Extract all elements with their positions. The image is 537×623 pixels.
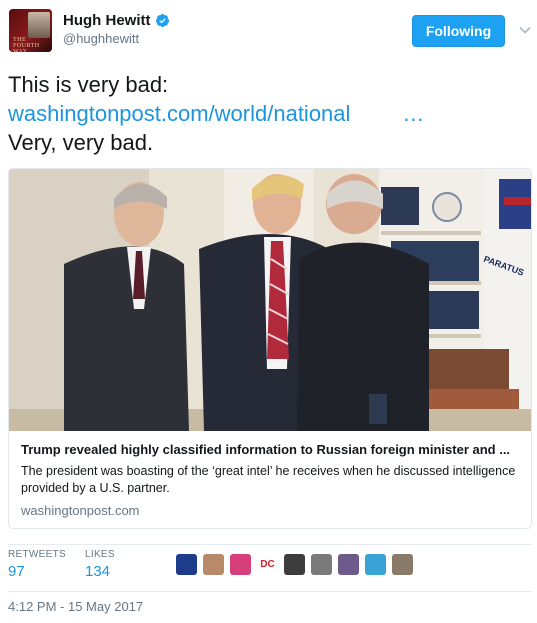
card-description: The president was boasting of the ‘great… — [21, 464, 516, 495]
avatar-book-title: THE FOURTH WAY — [13, 37, 40, 52]
tweet-timestamp[interactable]: 4:12 PM - 15 May 2017 — [8, 599, 143, 614]
author-name-row[interactable]: Hugh Hewitt — [63, 10, 170, 30]
likes-stat[interactable]: LIKES 134 — [85, 549, 115, 580]
avatar-portrait — [28, 12, 50, 38]
liker-avatars: DC — [176, 554, 419, 575]
retweets-label: RETWEETS — [8, 549, 66, 560]
tweet-link[interactable]: washingtonpost.com/world/national — [8, 101, 350, 126]
divider — [8, 591, 532, 592]
author-handle[interactable]: @hughhewitt — [63, 31, 139, 46]
card-title[interactable]: Trump revealed highly classified informa… — [21, 442, 526, 457]
following-button[interactable]: Following — [412, 15, 505, 47]
tweet-link-line: washingtonpost.com/world/national … — [8, 99, 528, 128]
liker-avatar[interactable] — [230, 554, 251, 575]
chevron-down-icon[interactable] — [518, 23, 532, 37]
tweet-link-ellipsis[interactable]: … — [402, 101, 424, 126]
liker-avatar[interactable] — [392, 554, 413, 575]
likes-label: LIKES — [85, 549, 115, 560]
tweet: THE FOURTH WAY Hugh Hewitt @hughhewitt Fol… — [0, 0, 537, 623]
tweet-text: This is very bad: washingtonpost.com/wor… — [8, 70, 528, 157]
liker-avatar[interactable] — [203, 554, 224, 575]
tweet-line-3: Very, very bad. — [8, 130, 154, 155]
retweets-stat[interactable]: RETWEETS 97 — [8, 549, 66, 580]
card-domain[interactable]: washingtonpost.com — [21, 503, 140, 518]
liker-avatar[interactable] — [338, 554, 359, 575]
verified-badge-icon — [155, 13, 169, 27]
liker-avatar[interactable] — [176, 554, 197, 575]
liker-avatar[interactable] — [284, 554, 305, 575]
liker-avatar-text: DC — [257, 554, 278, 575]
link-card[interactable]: PARATUS Trump revealed highly classified… — [8, 168, 532, 529]
card-photo[interactable]: PARATUS — [9, 169, 531, 431]
retweets-count[interactable]: 97 — [8, 563, 66, 580]
card-photo-illustration: PARATUS — [9, 169, 531, 431]
tweet-line-1: This is very bad: — [8, 72, 169, 97]
author-avatar[interactable]: THE FOURTH WAY — [9, 9, 52, 52]
liker-avatar[interactable] — [311, 554, 332, 575]
divider — [8, 544, 532, 545]
liker-avatar[interactable]: DC — [257, 554, 278, 575]
likes-count[interactable]: 134 — [85, 563, 115, 580]
author-display-name[interactable]: Hugh Hewitt — [63, 12, 151, 29]
liker-avatar[interactable] — [365, 554, 386, 575]
